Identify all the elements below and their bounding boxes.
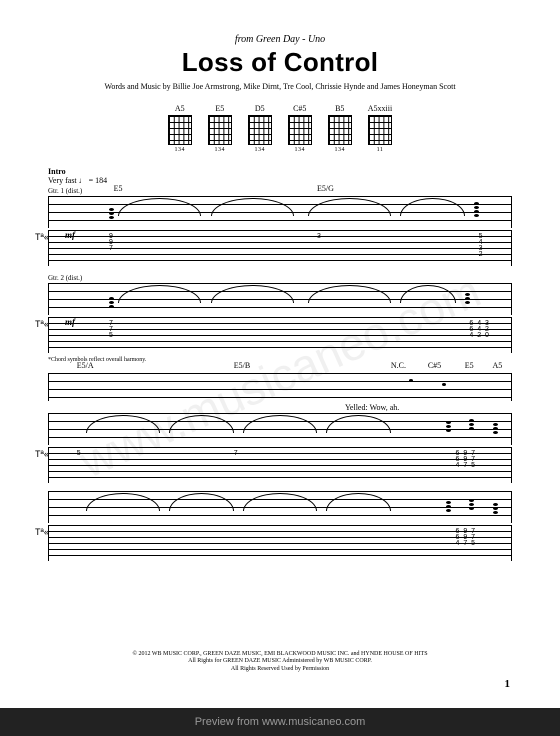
staff-notation bbox=[48, 491, 512, 523]
system-2a: 5 7 6 9 7 6 9 7 4 7 5 bbox=[48, 413, 512, 483]
tie-curve bbox=[308, 198, 391, 216]
tie-curve bbox=[308, 285, 391, 303]
chord-diagram: C#5 134 bbox=[288, 104, 312, 153]
chord-symbol: E5/G bbox=[317, 184, 334, 193]
tab-number: 6 4 3 6 4 2 4 2 0 bbox=[469, 321, 488, 339]
preview-banner: Preview from www.musicaneo.com bbox=[0, 708, 560, 736]
notehead bbox=[442, 383, 446, 386]
chord-diagram: D5 134 bbox=[248, 104, 272, 153]
tie-curve bbox=[400, 285, 455, 303]
tie-curve bbox=[118, 285, 201, 303]
chord-diagram-row: A5 134 E5 134 D5 134 C#5 134 B5 134 A5xxiii 11 bbox=[48, 104, 512, 153]
chord-fingering: 134 bbox=[248, 147, 272, 153]
chord-fingering: 134 bbox=[288, 147, 312, 153]
tab-number: 9 9 7 bbox=[109, 234, 113, 252]
copyright-notice: © 2012 WB MUSIC CORP., GREEN DAZE MUSIC,… bbox=[20, 651, 540, 674]
note-group bbox=[109, 208, 117, 222]
chord-symbol: E5 bbox=[465, 361, 474, 370]
note-group bbox=[465, 293, 473, 307]
chord-name: C#5 bbox=[288, 104, 312, 113]
chord-diagram: A5xxiii 11 bbox=[368, 104, 392, 153]
tie-curve bbox=[243, 415, 317, 433]
chord-fingering: 134 bbox=[168, 147, 192, 153]
notehead bbox=[409, 379, 413, 382]
staff-notation: mf bbox=[48, 283, 512, 315]
tie-curve bbox=[400, 198, 465, 216]
tab-number: 5 bbox=[77, 451, 81, 457]
system-2b: 6 9 7 6 9 7 4 7 5 bbox=[48, 491, 512, 561]
tab-staff: 9 9 7 3 5 4 3 2 bbox=[48, 230, 512, 266]
lyric-label: Yelled: bbox=[345, 403, 368, 412]
chord-symbol: N.C. bbox=[391, 361, 406, 370]
note-group bbox=[469, 419, 477, 433]
chord-name: E5 bbox=[208, 104, 232, 113]
tab-staff: 6 9 7 6 9 7 4 7 5 bbox=[48, 525, 512, 561]
note-group bbox=[446, 501, 454, 515]
tie-curve bbox=[211, 285, 294, 303]
intro-label: Intro bbox=[48, 167, 66, 176]
source-line: from Green Day - Uno bbox=[48, 34, 512, 45]
footnote: *Chord symbols reflect overall harmony. bbox=[48, 357, 512, 363]
tempo-text: Very fast ♩ = 184 bbox=[48, 176, 107, 185]
note-group bbox=[109, 297, 117, 311]
note-group bbox=[469, 499, 477, 513]
staff-notation: E5/AE5/BN.C.C#5E5A5 bbox=[48, 373, 512, 401]
lyric-line: Yelled: Wow, ah. bbox=[345, 403, 399, 412]
tab-number: 6 9 7 6 9 7 4 7 5 bbox=[456, 451, 475, 469]
tie-curve bbox=[86, 415, 160, 433]
staff-notation: E5E5/G mf bbox=[48, 196, 512, 228]
chord-name: D5 bbox=[248, 104, 272, 113]
tab-number: 6 9 7 6 9 7 4 7 5 bbox=[456, 529, 475, 547]
tempo-marking: Intro Very fast ♩ = 184 bbox=[48, 167, 512, 185]
chord-symbol: C#5 bbox=[428, 361, 441, 370]
chord-grid bbox=[328, 115, 352, 145]
tab-number: 7 7 5 bbox=[109, 321, 113, 339]
chord-fingering: 134 bbox=[328, 147, 352, 153]
tie-curve bbox=[326, 493, 391, 511]
chord-diagram: A5 134 bbox=[168, 104, 192, 153]
song-title: Loss of Control bbox=[48, 47, 512, 78]
tab-number: 3 bbox=[317, 234, 321, 240]
system-1b: Gtr. 2 (dist.) mf 7 7 5 6 4 3 6 4 2 4 2 0… bbox=[48, 274, 512, 363]
chord-fingering: 134 bbox=[208, 147, 232, 153]
sheet-music-page: from Green Day - Uno Loss of Control Wor… bbox=[20, 16, 540, 696]
note-group bbox=[493, 503, 501, 517]
credits: Words and Music by Billie Joe Armstrong,… bbox=[48, 82, 512, 92]
system-1: Gtr. 1 (dist.) E5E5/G mf 9 9 735 4 3 2 bbox=[48, 187, 512, 266]
tab-number: 5 4 3 2 bbox=[479, 234, 483, 258]
chord-name: B5 bbox=[328, 104, 352, 113]
chord-diagram: B5 134 bbox=[328, 104, 352, 153]
tie-curve bbox=[243, 493, 317, 511]
chord-symbol: E5 bbox=[114, 184, 123, 193]
note-group bbox=[493, 423, 501, 437]
note-group bbox=[446, 421, 454, 435]
chord-diagram: E5 134 bbox=[208, 104, 232, 153]
chord-symbol: E5/A bbox=[77, 361, 94, 370]
tab-staff: 7 7 5 6 4 3 6 4 2 4 2 0 bbox=[48, 317, 512, 353]
lyric-text: Wow, ah. bbox=[370, 403, 400, 412]
chord-symbol: E5/B bbox=[234, 361, 250, 370]
tie-curve bbox=[326, 415, 391, 433]
page-number: 1 bbox=[505, 678, 511, 690]
tie-curve bbox=[211, 198, 294, 216]
chord-grid bbox=[368, 115, 392, 145]
staff-notation bbox=[48, 413, 512, 445]
chord-grid bbox=[248, 115, 272, 145]
note-group bbox=[474, 202, 482, 216]
chord-grid bbox=[168, 115, 192, 145]
tie-curve bbox=[118, 198, 201, 216]
system-2-vocal: E5/AE5/BN.C.C#5E5A5 Yelled: Wow, ah. bbox=[48, 373, 512, 401]
chord-fingering: 11 bbox=[368, 147, 392, 153]
chord-name: A5 bbox=[168, 104, 192, 113]
tab-staff: 5 7 6 9 7 6 9 7 4 7 5 bbox=[48, 447, 512, 483]
tie-curve bbox=[169, 415, 234, 433]
chord-grid bbox=[208, 115, 232, 145]
chord-symbol: A5 bbox=[493, 361, 503, 370]
chord-name: A5xxiii bbox=[368, 104, 392, 113]
tie-curve bbox=[86, 493, 160, 511]
chord-grid bbox=[288, 115, 312, 145]
gtr2-label: Gtr. 2 (dist.) bbox=[48, 274, 512, 282]
tie-curve bbox=[169, 493, 234, 511]
tab-number: 7 bbox=[234, 451, 238, 457]
